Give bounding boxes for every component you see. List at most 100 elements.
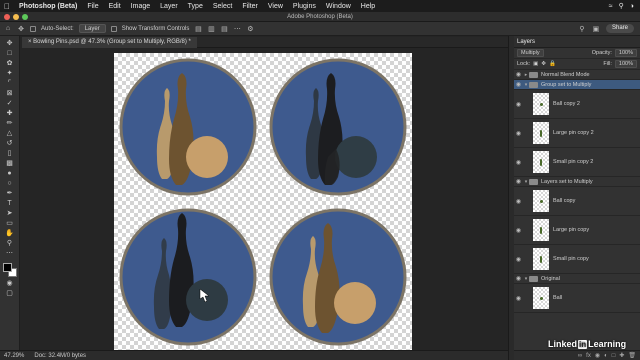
menu-help[interactable]: Help — [356, 3, 380, 10]
control-center-icon[interactable]: ◑ — [630, 3, 634, 10]
marquee-tool-icon[interactable]: □ — [2, 48, 18, 58]
crop-tool-icon[interactable]: ⌜ — [2, 78, 18, 88]
new-layer-icon[interactable]: ✚ — [619, 352, 624, 359]
new-group-icon[interactable]: □ — [612, 353, 616, 359]
auto-select-checkbox[interactable] — [30, 25, 36, 32]
dodge-tool-icon[interactable]: ○ — [2, 178, 18, 188]
3d-mode-icon[interactable]: ⚙ — [246, 25, 254, 33]
menu-layer[interactable]: Layer — [155, 3, 183, 10]
eraser-tool-icon[interactable]: ▯ — [2, 148, 18, 158]
zoom-window-button[interactable] — [22, 14, 28, 20]
menu-file[interactable]: File — [82, 3, 103, 10]
layer-thumbnail[interactable] — [533, 248, 549, 270]
quick-mask-icon[interactable]: ◉ — [2, 278, 18, 288]
lock-all-icon[interactable]: 🔒 — [549, 61, 556, 67]
layer-row[interactable]: ◉ Small pin copy — [514, 245, 640, 274]
more-tools-icon[interactable]: ⋯ — [2, 248, 18, 258]
align-right-icon[interactable]: ▤ — [220, 25, 228, 33]
eye-icon[interactable]: ◉ — [514, 295, 523, 302]
menu-type[interactable]: Type — [183, 3, 208, 10]
eye-icon[interactable]: ◉ — [514, 71, 523, 78]
lock-position-icon[interactable]: ✥ — [541, 61, 546, 67]
close-window-button[interactable] — [4, 14, 10, 20]
layer-group-row[interactable]: ◉ ▾ Group set to Multiply — [514, 80, 640, 90]
blur-tool-icon[interactable]: ● — [2, 168, 18, 178]
layer-row[interactable]: ◉ Large pin copy — [514, 216, 640, 245]
fx-icon[interactable]: fx — [586, 353, 591, 359]
layer-row[interactable]: ◉ Ball copy 2 — [514, 90, 640, 119]
lasso-tool-icon[interactable]: ✿ — [2, 58, 18, 68]
wifi-icon[interactable]: ≈ — [609, 3, 613, 10]
fill-field[interactable]: 100% — [614, 60, 637, 68]
eye-icon[interactable]: ◉ — [514, 275, 523, 282]
brush-tool-icon[interactable]: ✏ — [2, 118, 18, 128]
canvas-area[interactable] — [21, 48, 508, 350]
apple-icon[interactable]:  — [0, 2, 14, 11]
document-tab[interactable]: × Bowling Pins.psd @ 47.3% (Group set to… — [22, 37, 197, 48]
layer-row[interactable]: ◉ Small pin copy 2 — [514, 148, 640, 177]
eye-icon[interactable]: ◉ — [514, 227, 523, 234]
path-select-tool-icon[interactable]: ➤ — [2, 208, 18, 218]
add-mask-icon[interactable]: ◉ — [595, 352, 600, 359]
healing-tool-icon[interactable]: ✚ — [2, 108, 18, 118]
transform-controls-checkbox[interactable] — [110, 25, 117, 32]
layer-row[interactable]: ◉ Ball copy — [514, 187, 640, 216]
auto-select-dropdown[interactable]: Layer — [78, 24, 106, 33]
menu-plugins[interactable]: Plugins — [288, 3, 321, 10]
history-brush-icon[interactable]: ↺ — [2, 138, 18, 148]
align-center-icon[interactable]: ▥ — [207, 25, 215, 33]
delete-layer-icon[interactable]: 🗑 — [628, 352, 636, 359]
menu-view[interactable]: View — [263, 3, 288, 10]
opacity-field[interactable]: 100% — [614, 49, 637, 57]
move-tool-icon[interactable]: ✥ — [2, 38, 18, 48]
lock-pixels-icon[interactable]: ▣ — [533, 61, 538, 67]
minimize-window-button[interactable] — [13, 14, 19, 20]
screen-mode-icon[interactable]: ▢ — [2, 288, 18, 298]
blend-mode-dropdown[interactable]: Multiply — [517, 49, 544, 57]
document-canvas[interactable] — [114, 53, 412, 350]
share-button[interactable]: Share — [605, 24, 634, 33]
link-layers-icon[interactable]: ∞ — [578, 353, 582, 359]
layer-row[interactable]: ◉ Large pin copy 2 — [514, 119, 640, 148]
layer-thumbnail[interactable] — [533, 93, 549, 115]
gradient-tool-icon[interactable]: ▩ — [2, 158, 18, 168]
search-icon[interactable]: ⚲ — [578, 25, 586, 33]
layer-group-row[interactable]: ◉ ▸ Normal Blend Mode — [514, 70, 640, 80]
frame-tool-icon[interactable]: ⊠ — [2, 88, 18, 98]
document-info[interactable]: Doc: 32.4M/0 bytes — [34, 353, 86, 359]
stamp-tool-icon[interactable]: △ — [2, 128, 18, 138]
workspace-icon[interactable]: ▣ — [592, 25, 600, 33]
eye-icon[interactable]: ◉ — [514, 159, 523, 166]
color-swatches[interactable] — [2, 262, 18, 278]
layer-thumbnail[interactable] — [533, 219, 549, 241]
zoom-tool-icon[interactable]: ⚲ — [2, 238, 18, 248]
search-icon[interactable]: ⚲ — [619, 2, 624, 10]
adjustment-icon[interactable]: ◐ — [604, 353, 608, 359]
shape-tool-icon[interactable]: ▭ — [2, 218, 18, 228]
menu-select[interactable]: Select — [208, 3, 237, 10]
foreground-color[interactable] — [2, 263, 12, 272]
menu-filter[interactable]: Filter — [237, 3, 263, 10]
eye-icon[interactable]: ◉ — [514, 256, 523, 263]
type-tool-icon[interactable]: T — [2, 198, 18, 208]
more-options-icon[interactable]: ⋯ — [233, 25, 241, 33]
object-select-tool-icon[interactable]: ✦ — [2, 68, 18, 78]
menu-app[interactable]: Photoshop (Beta) — [14, 3, 82, 10]
menu-edit[interactable]: Edit — [104, 3, 126, 10]
eye-icon[interactable]: ◉ — [514, 198, 523, 205]
menu-image[interactable]: Image — [126, 3, 155, 10]
align-left-icon[interactable]: ▤ — [194, 25, 202, 33]
layer-thumbnail[interactable] — [533, 122, 549, 144]
layer-thumbnail[interactable] — [533, 287, 549, 309]
eye-icon[interactable]: ◉ — [514, 81, 523, 88]
layer-row[interactable]: ◉ Ball — [514, 284, 640, 313]
move-tool-icon[interactable]: ✥ — [17, 25, 25, 33]
eye-icon[interactable]: ◉ — [514, 101, 523, 108]
eye-icon[interactable]: ◉ — [514, 178, 523, 185]
zoom-level[interactable]: 47.29% — [4, 353, 24, 359]
layer-group-row[interactable]: ◉ ▾ Original — [514, 274, 640, 284]
layers-tab[interactable]: Layers — [514, 36, 640, 48]
home-icon[interactable]: ⌂ — [4, 25, 12, 33]
layer-thumbnail[interactable] — [533, 151, 549, 173]
layer-group-row[interactable]: ◉ ▾ Layers set to Multiply — [514, 177, 640, 187]
